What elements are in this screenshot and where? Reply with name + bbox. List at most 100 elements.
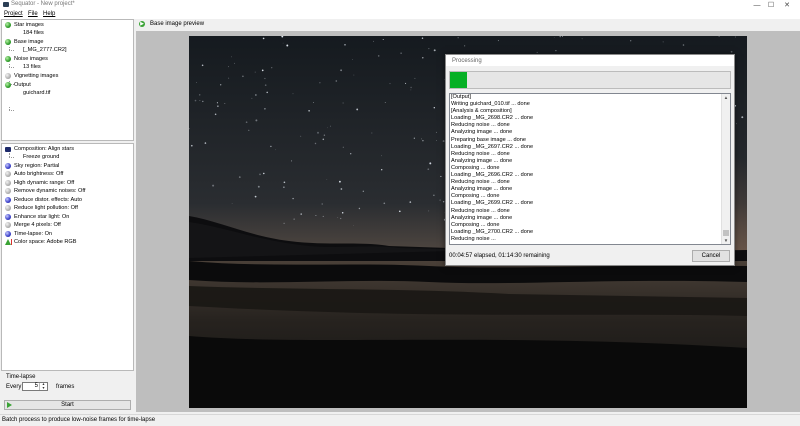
star-dot: [228, 77, 230, 79]
star-dot: [292, 93, 294, 95]
log-line: Preparing base image ... done: [451, 136, 526, 143]
star-dot: [421, 37, 424, 39]
color-space-icon: [5, 239, 11, 245]
setting-reduce-distortion[interactable]: Reduce distor. effects: Auto: [5, 196, 82, 204]
preview-title: Base image preview: [150, 21, 205, 27]
setting-merge-4-pixels[interactable]: Merge 4 pixels: Off: [5, 221, 61, 229]
setting-color-space[interactable]: Color space: Adobe RGB: [5, 238, 77, 246]
star-dot: [291, 160, 293, 162]
cancel-button[interactable]: Cancel: [692, 250, 730, 262]
star-dot: [293, 218, 295, 220]
setting-high-dynamic-range[interactable]: High dynamic range: Off: [5, 179, 74, 187]
setting-enhance-star-light[interactable]: Enhance star light: On: [5, 213, 69, 221]
star-dot: [341, 212, 344, 214]
star-dot: [413, 137, 415, 139]
star-dot: [263, 172, 265, 175]
star-dot: [264, 84, 267, 86]
star-dot: [194, 99, 197, 102]
title-bar: Sequator - New project* — ☐ ✕: [0, 0, 800, 10]
stepper-arrows[interactable]: ▲ ▼: [39, 382, 47, 391]
star-dot: [264, 77, 266, 80]
log-line: Reducing noise ...: [451, 235, 496, 242]
tree-item-star-images[interactable]: Star images: [5, 21, 44, 29]
setting-composition[interactable]: Composition: Align stars: [5, 145, 74, 153]
every-frames-stepper[interactable]: 5 ▲ ▼: [22, 382, 48, 391]
log-scrollbar[interactable]: ▲ ▼: [721, 94, 730, 244]
processing-dialog: Processing [Output] Writing guichard_010.…: [445, 54, 735, 266]
status-gray-icon: [5, 222, 11, 228]
star-dot: [497, 40, 499, 42]
star-dot: [384, 102, 386, 103]
menu-bar: Project File Help: [0, 10, 800, 19]
log-line: Loading _MG_2697.CR2 ... done: [451, 143, 534, 150]
star-dot: [271, 67, 273, 69]
scroll-down-icon[interactable]: ▼: [722, 237, 730, 244]
star-dot: [435, 131, 437, 133]
star-dot: [340, 217, 342, 220]
star-dot: [330, 125, 331, 127]
scroll-thumb[interactable]: [723, 230, 729, 236]
maximize-button[interactable]: ☐: [764, 0, 778, 10]
star-dot: [382, 39, 384, 40]
star-dot: [317, 131, 319, 134]
star-dot: [190, 144, 193, 147]
star-dot: [381, 169, 383, 171]
log-line: Composing ... done: [451, 193, 500, 200]
star-dot: [373, 40, 374, 42]
progress-bar: [449, 71, 731, 89]
star-dot: [321, 203, 323, 205]
star-dot: [433, 194, 435, 196]
status-gray-icon: [5, 205, 11, 211]
star-dot: [199, 100, 201, 101]
status-green-icon: [5, 82, 11, 88]
tree-child-star-images[interactable]: 184 files: [23, 29, 44, 37]
tree-item-vignetting-images[interactable]: Vignetting images: [5, 72, 58, 80]
tree-item-output[interactable]: Output: [5, 81, 31, 89]
star-dot: [464, 45, 466, 47]
star-dot: [266, 91, 268, 94]
star-dot: [435, 140, 437, 141]
star-dot: [433, 107, 435, 109]
star-dot: [255, 119, 258, 122]
close-button[interactable]: ✕: [780, 0, 794, 10]
star-dot: [283, 186, 285, 188]
setting-time-lapse[interactable]: Time-lapse: On: [5, 230, 52, 238]
every-value[interactable]: 5: [35, 383, 38, 389]
star-dot: [381, 155, 382, 157]
star-dot: [254, 195, 257, 198]
star-dot: [398, 210, 401, 213]
start-button[interactable]: Start: [4, 400, 131, 410]
tree-child-output[interactable]: guichard.tif: [23, 89, 50, 97]
star-dot: [339, 180, 341, 183]
log-line: Loading _MG_2698.CR2 ... done: [451, 115, 534, 122]
setting-reduce-light-pollution[interactable]: Reduce light pollution: Off: [5, 204, 78, 212]
star-dot: [682, 44, 685, 46]
minimize-button[interactable]: —: [750, 0, 764, 10]
tree-item-base-image[interactable]: Base image: [5, 38, 44, 46]
star-dot: [254, 71, 256, 73]
tree-child-noise-images[interactable]: 13 files: [23, 63, 41, 71]
tree-child-base-image[interactable]: [_MG_2777.CR2]: [23, 46, 67, 54]
every-label: Every: [6, 384, 22, 390]
setting-remove-dynamic-noises[interactable]: Remove dynamic noises: Off: [5, 187, 85, 195]
star-dot: [313, 102, 315, 103]
star-dot: [283, 222, 285, 224]
star-dot: [389, 83, 391, 85]
tree-item-noise-images[interactable]: Noise images: [5, 55, 48, 63]
star-dot: [337, 217, 339, 218]
log-line: Analyzing image ... done: [451, 186, 513, 193]
stepper-down-icon[interactable]: ▼: [40, 386, 47, 391]
star-dot: [429, 162, 432, 165]
scroll-up-icon[interactable]: ▲: [722, 94, 730, 101]
star-dot: [202, 100, 204, 103]
star-dot: [422, 57, 424, 59]
processing-log[interactable]: [Output] Writing guichard_010.tif ... don…: [449, 93, 731, 245]
menu-help[interactable]: Help: [43, 11, 55, 17]
setting-auto-brightness[interactable]: Auto brightness: Off: [5, 170, 63, 178]
log-line: Loading _MG_2700.CR2 ... done: [451, 228, 534, 235]
star-dot: [216, 102, 218, 104]
menu-project[interactable]: Project: [4, 11, 23, 17]
setting-composition-child[interactable]: Freeze ground: [23, 153, 59, 161]
menu-file[interactable]: File: [28, 11, 38, 17]
setting-sky-region[interactable]: Sky region: Partial: [5, 162, 59, 170]
